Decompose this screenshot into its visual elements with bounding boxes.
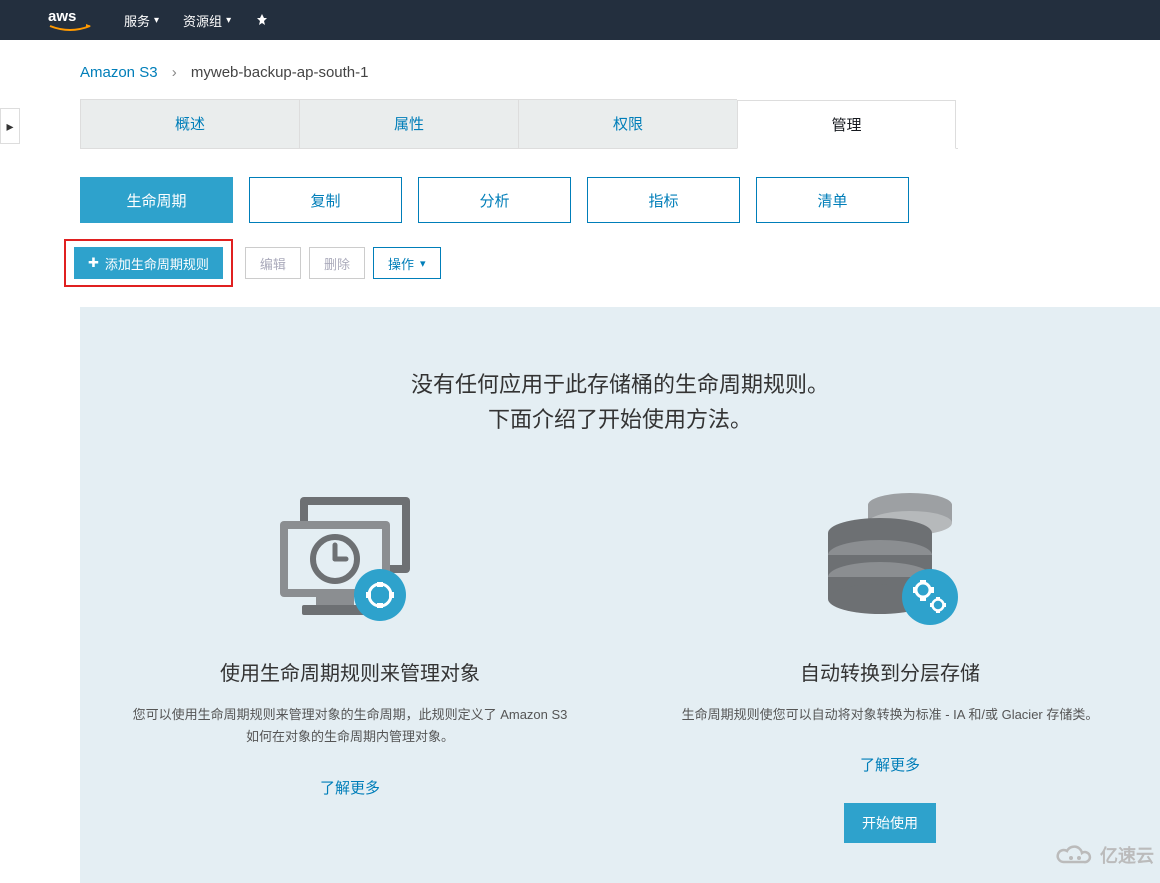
empty-state-cards: 使用生命周期规则来管理对象 您可以使用生命周期规则来管理对象的生命周期，此规则定… [120, 487, 1120, 843]
nav-resource-groups[interactable]: 资源组 ▾ [183, 11, 231, 30]
plus-icon: ✚ [88, 255, 99, 271]
subtab-metrics[interactable]: 指标 [587, 177, 740, 223]
add-lifecycle-rule-button[interactable]: ✚ 添加生命周期规则 [74, 247, 223, 279]
nav-services-label: 服务 [124, 11, 150, 30]
chevron-down-icon: ▾ [154, 15, 159, 26]
chevron-down-icon: ▾ [420, 257, 426, 270]
subtab-inventory[interactable]: 清单 [756, 177, 909, 223]
tab-permissions[interactable]: 权限 [518, 99, 737, 148]
card-manage-objects: 使用生命周期规则来管理对象 您可以使用生命周期规则来管理对象的生命周期，此规则定… [120, 487, 580, 843]
card1-desc: 您可以使用生命周期规则来管理对象的生命周期，此规则定义了 Amazon S3 如… [120, 704, 580, 748]
breadcrumb-current: myweb-backup-ap-south-1 [191, 64, 369, 81]
breadcrumb-root-link[interactable]: Amazon S3 [80, 64, 158, 81]
main-tabs: 概述 属性 权限 管理 [80, 99, 958, 149]
operations-dropdown[interactable]: 操作 ▾ [373, 247, 441, 279]
svg-text:aws: aws [48, 8, 76, 25]
cloud-icon [1054, 842, 1094, 868]
management-subtabs: 生命周期 复制 分析 指标 清单 [80, 177, 1160, 223]
highlight-annotation: ✚ 添加生命周期规则 [64, 239, 233, 287]
chevron-right-icon: ▸ [6, 118, 13, 135]
delete-button: 删除 [309, 247, 365, 279]
pin-icon[interactable] [255, 13, 269, 27]
aws-logo[interactable]: aws [48, 7, 92, 33]
add-rule-label: 添加生命周期规则 [105, 254, 209, 273]
actions-row: ✚ 添加生命周期规则 编辑 删除 操作 ▾ [64, 239, 1160, 287]
subtab-lifecycle[interactable]: 生命周期 [80, 177, 233, 223]
card1-learn-more-link[interactable]: 了解更多 [320, 777, 380, 798]
edit-button: 编辑 [245, 247, 301, 279]
card2-desc: 生命周期规则使您可以自动将对象转换为标准 - IA 和/或 Glacier 存储… [660, 704, 1120, 726]
card2-learn-more-link[interactable]: 了解更多 [860, 754, 920, 775]
watermark: 亿速云 [1054, 842, 1154, 868]
breadcrumb: Amazon S3 › myweb-backup-ap-south-1 [0, 40, 1160, 99]
breadcrumb-separator: › [172, 64, 177, 81]
chevron-down-icon: ▾ [226, 15, 231, 26]
card-tiered-storage: 自动转换到分层存储 生命周期规则使您可以自动将对象转换为标准 - IA 和/或 … [660, 487, 1120, 843]
monitor-clock-icon [120, 487, 580, 637]
subtab-replication[interactable]: 复制 [249, 177, 402, 223]
empty-heading-line1: 没有任何应用于此存储桶的生命周期规则。 [120, 367, 1120, 402]
card1-title: 使用生命周期规则来管理对象 [120, 657, 580, 686]
database-gear-icon [660, 487, 1120, 637]
empty-heading-line2: 下面介绍了开始使用方法。 [120, 402, 1120, 437]
top-nav: aws 服务 ▾ 资源组 ▾ [0, 0, 1160, 40]
watermark-text: 亿速云 [1100, 842, 1154, 868]
tab-overview[interactable]: 概述 [80, 99, 299, 148]
lifecycle-empty-panel: 没有任何应用于此存储桶的生命周期规则。 下面介绍了开始使用方法。 [80, 307, 1160, 883]
empty-state-heading: 没有任何应用于此存储桶的生命周期规则。 下面介绍了开始使用方法。 [120, 367, 1120, 437]
subtab-analytics[interactable]: 分析 [418, 177, 571, 223]
operations-label: 操作 [388, 254, 414, 273]
nav-resource-groups-label: 资源组 [183, 11, 222, 30]
start-button[interactable]: 开始使用 [844, 803, 936, 843]
tab-management[interactable]: 管理 [737, 100, 956, 149]
nav-services[interactable]: 服务 ▾ [124, 11, 159, 30]
card2-title: 自动转换到分层存储 [660, 657, 1120, 686]
expand-handle[interactable]: ▸ [0, 108, 20, 144]
tab-properties[interactable]: 属性 [299, 99, 518, 148]
